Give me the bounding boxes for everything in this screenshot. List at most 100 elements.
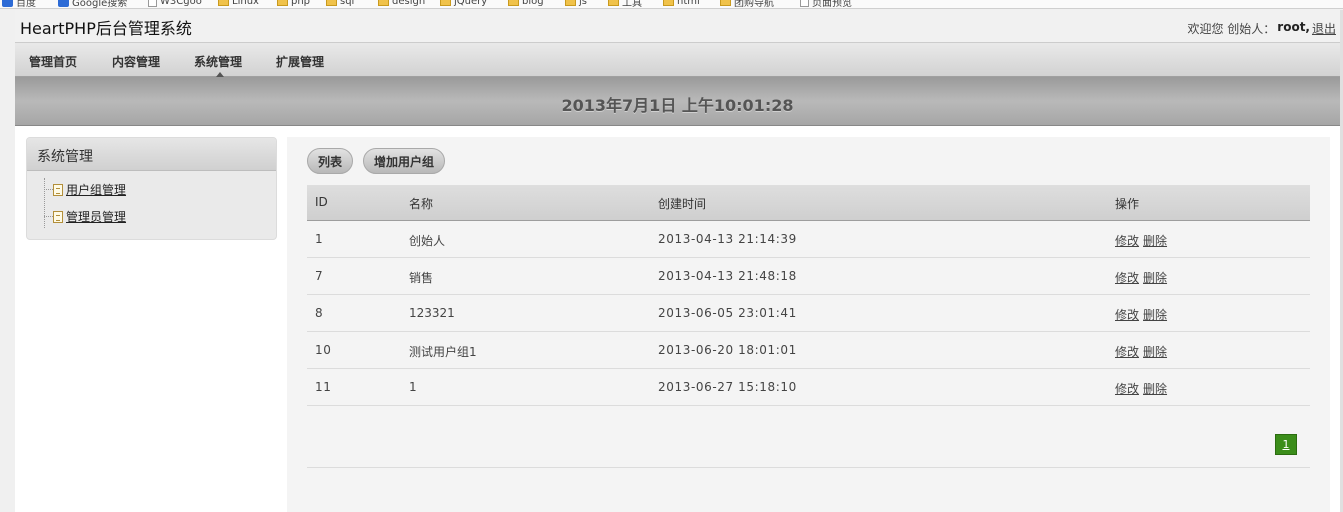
- bookmark-label: blog: [522, 0, 544, 7]
- page-icon: [148, 0, 157, 7]
- tab-home[interactable]: 管理首页: [29, 53, 77, 70]
- cell-created: 2013-06-27 15:18:10: [658, 380, 797, 394]
- site-icon: [58, 0, 69, 7]
- user-info: 欢迎您 创始人： root, 退出: [1187, 20, 1336, 37]
- delete-link[interactable]: 删除: [1143, 382, 1167, 396]
- cell-id: 1: [315, 232, 324, 246]
- cell-id: 7: [315, 269, 324, 283]
- bookmark-label: html: [677, 0, 700, 7]
- current-datetime: 2013年7月1日 上午10:01:28: [561, 96, 794, 115]
- table-footer-divider: [307, 467, 1310, 468]
- document-icon: [53, 183, 63, 196]
- bookmark-label: 页面预览: [812, 0, 852, 9]
- bookmark-item[interactable]: html: [663, 0, 700, 7]
- edit-link[interactable]: 修改: [1115, 271, 1139, 285]
- top-header: HeartPHP后台管理系统 欢迎您 创始人： root, 退出: [15, 10, 1340, 42]
- bookmark-item[interactable]: 团购导航: [720, 0, 774, 9]
- page-1-link[interactable]: 1: [1275, 434, 1297, 455]
- sidebar-item-label[interactable]: 管理员管理: [66, 208, 126, 225]
- cell-name: 测试用户组1: [409, 345, 477, 359]
- cell-name: 1: [409, 380, 417, 394]
- add-user-group-button[interactable]: 增加用户组: [363, 148, 446, 174]
- bookmarks-bar: 百度 Google搜索 W3Cgoo Linux php sql design jQuery b…: [0, 0, 1343, 9]
- folder-icon: [277, 0, 288, 6]
- cell-created: 2013-04-13 21:48:18: [658, 269, 797, 283]
- folder-icon: [720, 0, 731, 6]
- site-title: HeartPHP后台管理系统: [20, 19, 192, 38]
- folder-icon: [608, 0, 619, 6]
- tab-content[interactable]: 内容管理: [112, 53, 160, 70]
- table-row: 1 创始人 2013-04-13 21:14:39 修改 删除: [307, 221, 1310, 258]
- welcome-text: 欢迎您 创始人：: [1187, 22, 1276, 36]
- bookmark-label: 百度: [16, 0, 36, 9]
- cell-name: 创始人: [409, 234, 446, 248]
- document-icon: [53, 210, 63, 223]
- bookmark-item[interactable]: 工具: [608, 0, 642, 9]
- main-panel: 列表 增加用户组 ID 名称 创建时间 操作 1 创始人 2013-04-13 21…: [287, 137, 1330, 512]
- sidebar-title: 系统管理: [27, 138, 276, 171]
- tab-extensions[interactable]: 扩展管理: [276, 53, 324, 70]
- table-row: 10 测试用户组1 2013-06-20 18:01:01 修改 删除: [307, 332, 1310, 369]
- cell-id: 10: [315, 343, 332, 357]
- cell-name: 销售: [409, 271, 434, 285]
- bookmark-label: 工具: [622, 0, 642, 9]
- delete-link[interactable]: 删除: [1143, 234, 1167, 248]
- cell-actions: 修改 删除: [1115, 232, 1171, 249]
- tree-branch: [44, 216, 53, 217]
- column-header-actions: 操作: [1115, 197, 1140, 211]
- list-button[interactable]: 列表: [307, 148, 354, 174]
- folder-icon: [218, 0, 229, 6]
- edit-link[interactable]: 修改: [1115, 382, 1139, 396]
- delete-link[interactable]: 删除: [1143, 271, 1167, 285]
- table-row: 8 123321 2013-06-05 23:01:41 修改 删除: [307, 295, 1310, 332]
- table-row: 11 1 2013-06-27 15:18:10 修改 删除: [307, 369, 1310, 406]
- sidebar-item-admins[interactable]: 管理员管理: [44, 208, 126, 225]
- bookmark-label: Google搜索: [72, 0, 128, 9]
- cell-actions: 修改 删除: [1115, 306, 1171, 323]
- table-header: ID 名称 创建时间 操作: [307, 185, 1310, 221]
- bookmark-item[interactable]: blog: [508, 0, 544, 7]
- sidebar-item-user-groups[interactable]: 用户组管理: [44, 181, 126, 198]
- cell-actions: 修改 删除: [1115, 269, 1171, 286]
- bookmark-label: design: [392, 0, 426, 7]
- edit-link[interactable]: 修改: [1115, 234, 1139, 248]
- sidebar-panel: 系统管理 用户组管理 管理员管理: [26, 137, 277, 240]
- bookmark-label: js: [579, 0, 587, 7]
- page-icon: [800, 0, 809, 7]
- folder-icon: [440, 0, 451, 6]
- cell-created: 2013-04-13 21:14:39: [658, 232, 797, 246]
- cell-name: 123321: [409, 306, 455, 320]
- bookmark-item[interactable]: Google搜索: [58, 0, 128, 9]
- main-nav: 管理首页 内容管理 系统管理 扩展管理: [15, 42, 1340, 77]
- bookmark-item[interactable]: W3Cgoo: [148, 0, 202, 7]
- bookmark-item[interactable]: js: [565, 0, 587, 7]
- cell-id: 8: [315, 306, 324, 320]
- username: root,: [1277, 20, 1310, 34]
- delete-link[interactable]: 删除: [1143, 308, 1167, 322]
- bookmark-item[interactable]: 页面预览: [800, 0, 852, 9]
- tab-system[interactable]: 系统管理: [194, 53, 242, 70]
- delete-link[interactable]: 删除: [1143, 345, 1167, 359]
- tree-branch: [44, 189, 53, 190]
- table-row: 7 销售 2013-04-13 21:48:18 修改 删除: [307, 258, 1310, 295]
- bookmark-item[interactable]: sql: [326, 0, 354, 7]
- bookmark-item[interactable]: Linux: [218, 0, 259, 7]
- bookmark-item[interactable]: jQuery: [440, 0, 487, 7]
- bookmark-item[interactable]: design: [378, 0, 425, 7]
- cell-actions: 修改 删除: [1115, 343, 1171, 360]
- bookmark-item[interactable]: 百度: [2, 0, 36, 9]
- site-icon: [2, 0, 13, 7]
- folder-icon: [326, 0, 337, 6]
- bookmark-label: Linux: [232, 0, 259, 7]
- edit-link[interactable]: 修改: [1115, 345, 1139, 359]
- bookmark-label: sql: [340, 0, 355, 7]
- sidebar-item-label[interactable]: 用户组管理: [66, 181, 126, 198]
- bookmark-item[interactable]: php: [277, 0, 310, 7]
- logout-link[interactable]: 退出: [1312, 20, 1336, 37]
- bookmark-label: 团购导航: [734, 0, 774, 9]
- column-header-id: ID: [315, 195, 328, 209]
- edit-link[interactable]: 修改: [1115, 308, 1139, 322]
- cell-created: 2013-06-05 23:01:41: [658, 306, 797, 320]
- folder-icon: [508, 0, 519, 6]
- column-header-created: 创建时间: [658, 197, 707, 211]
